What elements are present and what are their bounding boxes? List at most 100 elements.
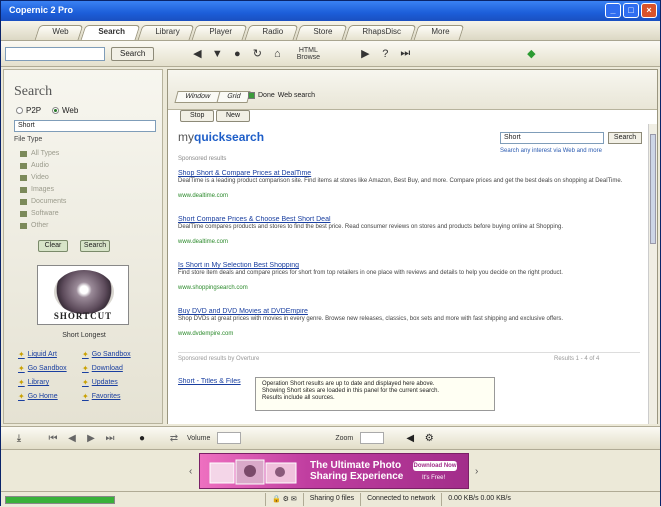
zoom-control[interactable] bbox=[360, 432, 385, 444]
sidebar-link-4[interactable]: ✦ Download bbox=[82, 364, 123, 373]
tab-library[interactable]: Library bbox=[137, 25, 195, 40]
home-icon[interactable]: ⌂ bbox=[270, 48, 284, 60]
sidebar-title: Search bbox=[14, 84, 53, 99]
sidebar-link-8[interactable]: ✦ Favorites bbox=[82, 392, 121, 401]
previous-icon[interactable]: ⏮ bbox=[47, 433, 59, 444]
search-result: Is Short in My Selection Best Shopping F… bbox=[178, 262, 640, 291]
close-button[interactable]: × bbox=[641, 3, 657, 18]
status-tooltip: Operation Short results are up to date a… bbox=[255, 377, 495, 411]
logo-caption: Short Longest bbox=[62, 332, 106, 339]
result-url[interactable]: www.shoppingsearch.com bbox=[178, 285, 640, 291]
tab-web[interactable]: Web bbox=[34, 25, 84, 40]
web-search-button[interactable]: Search bbox=[608, 132, 642, 144]
result-url[interactable]: www.dealtime.com bbox=[178, 193, 640, 199]
option-documents[interactable]: Documents bbox=[20, 198, 66, 205]
tab-radio[interactable]: Radio bbox=[244, 25, 299, 40]
new-button[interactable]: New bbox=[216, 110, 251, 122]
option-other[interactable]: Other bbox=[20, 222, 49, 229]
tab-rhapsdisc[interactable]: RhapsDisc bbox=[344, 25, 417, 40]
clear-button[interactable]: Clear bbox=[38, 240, 68, 252]
logo-emblem-icon bbox=[54, 270, 114, 314]
html-browse-button[interactable]: HTML Browse bbox=[290, 47, 326, 61]
sidebar-link-5[interactable]: ✦ Library bbox=[18, 378, 49, 387]
radio-p2p[interactable]: P2P bbox=[16, 106, 41, 115]
option-software[interactable]: Software bbox=[20, 210, 59, 217]
app-window: Copernic 2 Pro _ □ × Web Search Library … bbox=[0, 0, 661, 507]
pin-icon[interactable]: ⤓ bbox=[13, 433, 25, 444]
logo-text: SHORTCUT bbox=[53, 311, 113, 321]
player-bar: ⤓ ⏮ ◀ ▶ ⏭ ● ⇄ Volume Zoom ◀ ⚙ bbox=[1, 426, 660, 450]
sidebar-link-6[interactable]: ✦ Updates bbox=[82, 378, 118, 387]
results-count: Results 1 - 4 of 4 bbox=[554, 356, 600, 362]
sidebar-link-2[interactable]: ✦ Go Sandbox bbox=[82, 350, 131, 359]
maximize-button[interactable]: □ bbox=[623, 3, 639, 18]
search-button[interactable]: Search bbox=[111, 46, 155, 61]
refresh-icon[interactable]: ↻ bbox=[250, 47, 264, 60]
play-icon[interactable]: ▶ bbox=[358, 47, 372, 60]
search-result: Buy DVD and DVD Movies at DVDEmpire Shop… bbox=[178, 308, 640, 337]
main-tabs: Web Search Library Player Radio Store Rh… bbox=[1, 21, 660, 41]
ad-next-icon[interactable]: › bbox=[475, 466, 478, 477]
tab-player[interactable]: Player bbox=[192, 25, 248, 40]
tab-search[interactable]: Search bbox=[80, 25, 141, 40]
tab-window[interactable]: Window bbox=[174, 91, 221, 103]
stop-icon[interactable]: ● bbox=[230, 48, 244, 60]
ad-previous-icon[interactable]: ‹ bbox=[189, 466, 192, 477]
status-speed: 0.00 KB/s 0.00 KB/s bbox=[441, 493, 517, 506]
option-images[interactable]: Images bbox=[20, 186, 54, 193]
play-icon[interactable]: ▶ bbox=[85, 433, 97, 444]
shuffle-icon[interactable]: ⇄ bbox=[168, 433, 180, 444]
radio-web[interactable]: Web bbox=[52, 106, 78, 115]
results-panel: Window Grid Done Web search Stop New myqu… bbox=[167, 69, 658, 424]
option-audio[interactable]: Audio bbox=[20, 162, 49, 169]
minimize-button[interactable]: _ bbox=[605, 3, 621, 18]
file-type-label: File Type bbox=[14, 136, 43, 143]
status-cell-1 bbox=[115, 493, 265, 506]
skip-icon[interactable]: ⏭ bbox=[398, 47, 412, 60]
forward-icon[interactable]: ▼ bbox=[210, 48, 224, 60]
settings-icon[interactable]: ⚙ bbox=[423, 433, 435, 444]
sidebar-search-input[interactable]: Short bbox=[14, 120, 156, 132]
speaker-icon[interactable]: ◀ bbox=[404, 433, 416, 444]
tab-more[interactable]: More bbox=[413, 25, 465, 40]
ad-headline: The Ultimate Photo Sharing Experience bbox=[310, 460, 404, 482]
results-scrollbar[interactable] bbox=[648, 124, 657, 424]
done-checkbox[interactable]: Done Web search bbox=[248, 92, 315, 99]
status-bar: 🔒 ⚙ ✉ Sharing 0 files Connected to netwo… bbox=[1, 491, 660, 507]
site-brand[interactable]: myquicksearch bbox=[178, 130, 264, 144]
ad-banner[interactable]: The Ultimate Photo Sharing Experience Do… bbox=[199, 453, 469, 489]
scrollbar-thumb[interactable] bbox=[650, 134, 656, 244]
option-all-types[interactable]: All Types bbox=[20, 150, 59, 157]
result-title[interactable]: Short Compare Prices & Choose Best Short… bbox=[178, 216, 640, 223]
sidebar-link-3[interactable]: ✦ Go Sandbox bbox=[18, 364, 67, 373]
search-result: Short Compare Prices & Choose Best Short… bbox=[178, 216, 640, 245]
ad-download-button[interactable]: Download Now bbox=[413, 461, 457, 471]
back-icon[interactable]: ◀ bbox=[190, 47, 204, 60]
result-title[interactable]: Shop Short & Compare Prices at DealTime bbox=[178, 170, 640, 177]
stop-button[interactable]: Stop bbox=[180, 110, 215, 122]
next-icon[interactable]: ⏭ bbox=[104, 433, 116, 444]
web-search-input[interactable]: Short bbox=[500, 132, 604, 144]
extra-result-link[interactable]: Short - Titles & Files bbox=[178, 378, 241, 385]
status-indicator-icon: ◆ bbox=[527, 48, 536, 60]
address-input[interactable] bbox=[5, 46, 105, 61]
sidebar-link-1[interactable]: ✦ Liquid Art bbox=[18, 350, 57, 359]
volume-control[interactable] bbox=[217, 432, 242, 444]
result-title[interactable]: Is Short in My Selection Best Shopping bbox=[178, 262, 640, 269]
option-video[interactable]: Video bbox=[20, 174, 49, 181]
tab-store[interactable]: Store bbox=[295, 25, 348, 40]
result-url[interactable]: www.dvdempire.com bbox=[178, 331, 640, 337]
result-url[interactable]: www.dealtime.com bbox=[178, 239, 640, 245]
sidebar-link-7[interactable]: ✦ Go Home bbox=[18, 392, 58, 401]
sidebar-search-button[interactable]: Search bbox=[80, 240, 110, 252]
status-icons: 🔒 ⚙ ✉ bbox=[265, 493, 303, 506]
record-icon[interactable]: ● bbox=[136, 433, 148, 444]
help-icon[interactable]: ? bbox=[378, 48, 392, 60]
sponsored-heading: Sponsored results bbox=[178, 156, 227, 162]
result-title[interactable]: Buy DVD and DVD Movies at DVDEmpire bbox=[178, 308, 640, 315]
results-divider bbox=[178, 352, 640, 353]
result-description: Find store item deals and compare prices… bbox=[178, 270, 563, 276]
rewind-icon[interactable]: ◀ bbox=[66, 433, 78, 444]
tab-grid[interactable]: Grid bbox=[216, 91, 251, 103]
progress-bar bbox=[5, 495, 115, 504]
